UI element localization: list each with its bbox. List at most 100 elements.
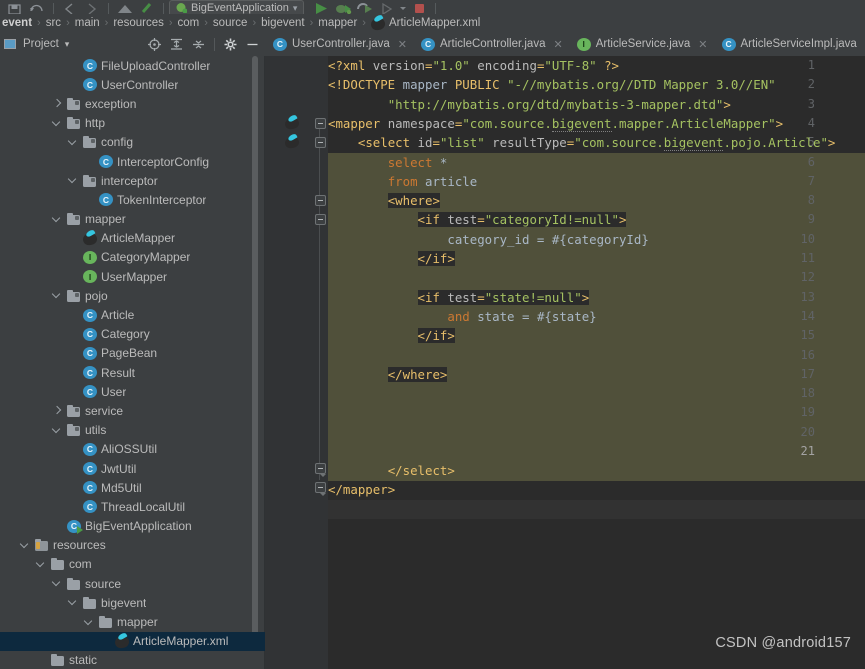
breadcrumb-item-5[interactable]: source	[213, 17, 248, 29]
breadcrumb-item-3[interactable]: resources	[113, 17, 164, 29]
tree-item[interactable]: C User	[0, 382, 265, 401]
locate-icon[interactable]	[148, 37, 161, 51]
tree-item[interactable]: http	[0, 114, 265, 133]
tree-item[interactable]: pojo	[0, 286, 265, 305]
chevron-right-icon[interactable]	[52, 98, 63, 109]
toolbar-separator-3	[163, 3, 164, 14]
chevron-down-icon[interactable]	[52, 118, 63, 129]
chevron-down-icon[interactable]	[68, 137, 79, 148]
java-class-icon: C	[83, 385, 97, 399]
tree-item-selected[interactable]: ArticleMapper.xml	[0, 631, 265, 651]
tree-item[interactable]: C BigEventApplication	[0, 517, 265, 536]
chevron-down-icon[interactable]	[36, 559, 47, 570]
tree-item[interactable]: C AliOSSUtil	[0, 440, 265, 459]
close-icon[interactable]: ✕	[398, 38, 407, 51]
tree-item[interactable]: bigevent	[0, 593, 265, 612]
tree-item[interactable]: C UserController	[0, 75, 265, 94]
fold-marker-line20[interactable]	[315, 482, 326, 496]
chevron-down-icon[interactable]	[68, 175, 79, 186]
tree-item[interactable]: C ThreadLocalUtil	[0, 497, 265, 516]
chevron-down-icon[interactable]	[52, 214, 63, 225]
forward-arrow-icon[interactable]	[81, 0, 103, 14]
tree-item[interactable]: com	[0, 555, 265, 574]
tree-item[interactable]: I UserMapper	[0, 267, 265, 286]
tree-item[interactable]: C JwtUtil	[0, 459, 265, 478]
collapse-all-icon[interactable]	[192, 38, 205, 51]
breadcrumb-item-2[interactable]: main	[75, 17, 100, 29]
tree-item[interactable]: service	[0, 401, 265, 420]
tree-item-label: JwtUtil	[101, 461, 137, 476]
breadcrumb-item-4[interactable]: com	[178, 17, 200, 29]
run-with-coverage-button[interactable]	[354, 0, 376, 14]
hide-panel-icon[interactable]	[246, 38, 259, 51]
close-icon[interactable]: ✕	[553, 38, 562, 51]
tab-articleserviceimpl[interactable]: C ArticleServiceImpl.java ✕	[714, 32, 865, 56]
tree-item[interactable]: C Article	[0, 305, 265, 324]
tree-item[interactable]: mapper	[0, 612, 265, 631]
breadcrumb-item-6[interactable]: bigevent	[261, 17, 304, 29]
tree-item[interactable]: C Result	[0, 363, 265, 382]
run-configuration-selector[interactable]: BigEventApplication ▾	[169, 0, 305, 14]
java-class-icon: C	[99, 155, 113, 169]
project-tree[interactable]: C FileUploadController C UserController exce…	[0, 56, 265, 669]
sync-icon[interactable]	[26, 0, 48, 14]
expand-all-icon[interactable]	[170, 38, 183, 51]
tree-item[interactable]: C TokenInterceptor	[0, 190, 265, 209]
tab-articleservice[interactable]: I ArticleService.java ✕	[569, 32, 714, 56]
tree-item[interactable]: resources	[0, 536, 265, 555]
breadcrumb-item-1[interactable]: src	[46, 17, 61, 29]
tree-item[interactable]: I CategoryMapper	[0, 248, 265, 267]
stop-button[interactable]	[408, 0, 430, 14]
tree-item[interactable]: C Category	[0, 325, 265, 344]
chevron-down-icon[interactable]	[20, 540, 31, 551]
tree-item[interactable]: ArticleMapper	[0, 229, 265, 248]
tree-item[interactable]: exception	[0, 94, 265, 113]
tree-item[interactable]: static	[0, 651, 265, 669]
run-button[interactable]	[310, 0, 332, 14]
mybatis-gutter-icon[interactable]	[284, 135, 300, 150]
more-options-icon[interactable]	[398, 0, 408, 14]
tab-usercontroller[interactable]: C UserController.java ✕	[265, 32, 413, 56]
tree-item-label: ArticleMapper.xml	[133, 634, 229, 649]
tree-item[interactable]: config	[0, 133, 265, 152]
tree-item[interactable]: C InterceptorConfig	[0, 152, 265, 171]
package-icon	[67, 116, 81, 130]
tree-item[interactable]: C Md5Util	[0, 478, 265, 497]
chevron-down-icon[interactable]	[52, 578, 63, 589]
settings-gear-icon[interactable]	[224, 38, 237, 51]
tree-item[interactable]: mapper	[0, 210, 265, 229]
chevron-down-icon[interactable]	[52, 425, 63, 436]
tab-articlecontroller[interactable]: C ArticleController.java ✕	[413, 32, 569, 56]
chevron-down-icon[interactable]	[84, 617, 95, 628]
tree-item[interactable]: utils	[0, 421, 265, 440]
fold-marker-line4[interactable]	[315, 118, 326, 129]
tree-item-label: InterceptorConfig	[117, 154, 210, 169]
code-editor[interactable]: 1 2 3 4 5 6 7 8 9 10 11 12 13 14 15 16 17 18 19 20 21 <?xml …	[265, 56, 865, 669]
build-icon[interactable]	[114, 0, 136, 14]
tree-item[interactable]: C FileUploadController	[0, 56, 265, 75]
breadcrumb-item-7[interactable]: mapper	[318, 17, 357, 29]
code-content[interactable]: <?xml version="1.0" encoding="UTF-8" ?> …	[328, 56, 865, 669]
tree-item[interactable]: interceptor	[0, 171, 265, 190]
chevron-down-icon[interactable]	[52, 290, 63, 301]
breadcrumb-item-0[interactable]: event	[2, 17, 32, 29]
fold-marker-line5[interactable]	[315, 137, 326, 148]
fold-marker-line8[interactable]	[315, 195, 326, 206]
tree-item[interactable]: source	[0, 574, 265, 593]
save-icon[interactable]	[4, 0, 26, 14]
chevron-right-icon[interactable]	[52, 405, 63, 416]
chevron-down-icon[interactable]: ▾	[293, 3, 298, 14]
close-icon[interactable]: ✕	[698, 38, 707, 51]
chevron-down-icon[interactable]: ▾	[65, 39, 70, 50]
fold-marker-line9[interactable]	[315, 214, 326, 225]
chevron-down-icon[interactable]	[68, 597, 79, 608]
back-arrow-icon[interactable]	[59, 0, 81, 14]
breadcrumb-file[interactable]: ArticleMapper.xml	[369, 16, 480, 32]
mybatis-gutter-icon[interactable]	[284, 116, 300, 131]
project-panel-title[interactable]: Project	[23, 38, 59, 50]
search-icon[interactable]	[136, 0, 158, 14]
profiler-button[interactable]	[376, 0, 398, 14]
fold-marker-line19[interactable]	[315, 463, 326, 477]
debug-button[interactable]	[332, 0, 354, 14]
tree-item[interactable]: C PageBean	[0, 344, 265, 363]
